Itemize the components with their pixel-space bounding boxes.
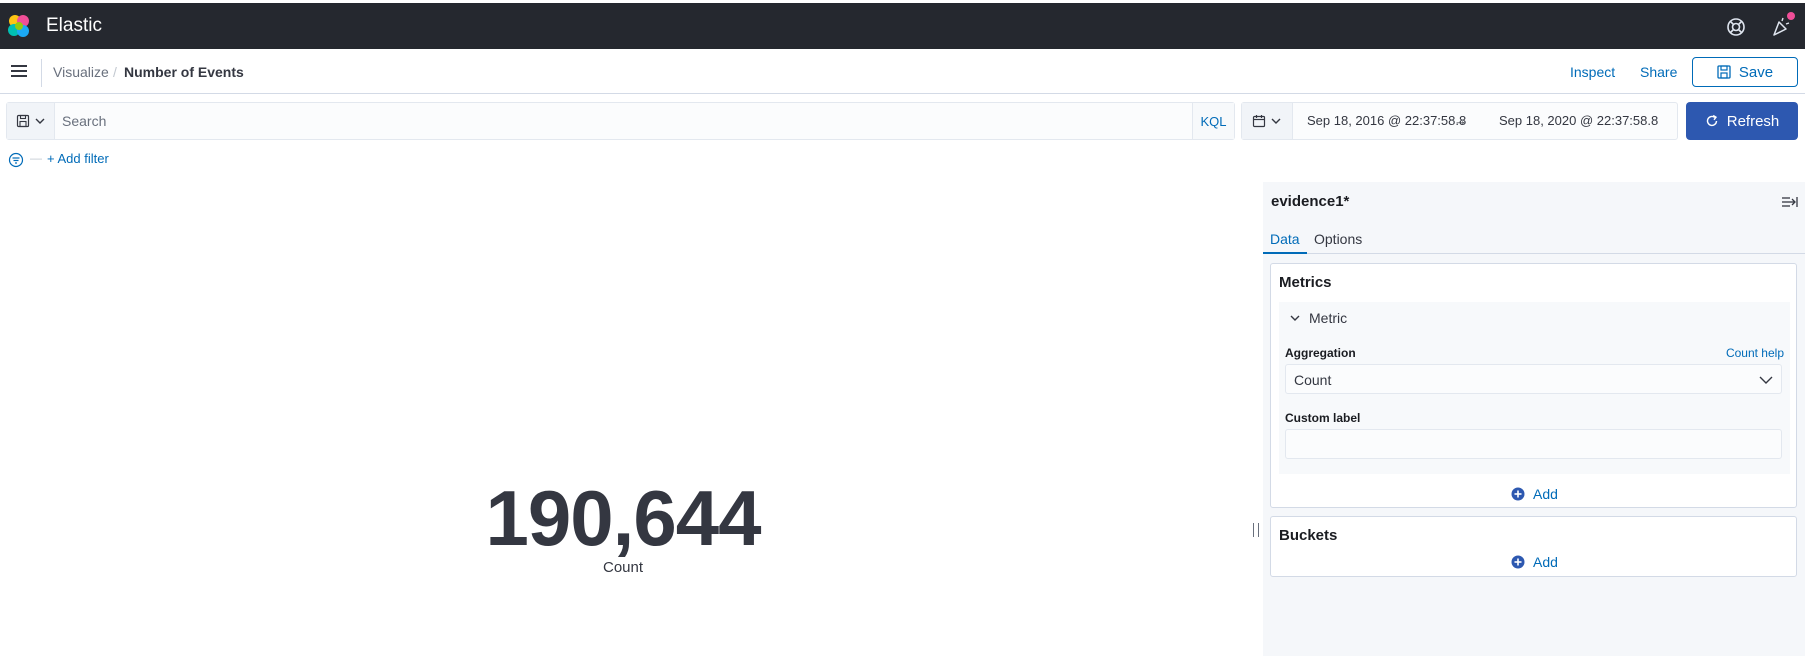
save-button[interactable]: Save [1692, 57, 1798, 87]
add-metric-label: Add [1533, 486, 1558, 502]
refresh-label: Refresh [1726, 112, 1780, 130]
save-icon [1717, 65, 1731, 79]
metric-value: 190,644 [485, 474, 762, 562]
save-label: Save [1738, 63, 1774, 81]
plus-circle-icon [1511, 555, 1525, 569]
menu-icon[interactable] [9, 61, 29, 81]
help-lifebuoy-icon[interactable] [1725, 16, 1747, 38]
filter-options-icon[interactable] [8, 152, 24, 168]
metric-accordion-label: Metric [1309, 310, 1348, 326]
share-link[interactable]: Share [1640, 64, 1677, 80]
aggregation-selected-value: Count [1294, 372, 1332, 388]
chevron-down-icon [35, 118, 44, 124]
brand-name[interactable]: Elastic [46, 15, 102, 37]
elastic-logo-icon[interactable] [6, 13, 32, 39]
panel-resize-handle[interactable] [1253, 523, 1259, 537]
metric-accordion-toggle[interactable]: Metric [1289, 310, 1347, 326]
aggregation-select[interactable]: Count [1285, 364, 1782, 394]
start-date-button[interactable]: Sep 18, 2016 @ 22:37:58.8 [1307, 113, 1466, 128]
top-header: Elastic [0, 0, 1805, 49]
kql-language-button[interactable]: KQL [1192, 103, 1234, 139]
add-bucket-button[interactable]: Add [1271, 554, 1798, 570]
search-input[interactable] [62, 103, 1192, 139]
collapse-sidebar-icon[interactable] [1781, 194, 1799, 210]
breadcrumb-current: Number of Events [124, 64, 244, 80]
date-range-arrow-icon: → [1454, 113, 1467, 128]
metric-accordion: Metric Aggregation Count help Count Cust… [1279, 302, 1790, 474]
chevron-down-icon [1759, 376, 1773, 384]
breadcrumb-bar: Visualize / Number of Events Inspect Sha… [0, 49, 1805, 94]
filter-separator: — [30, 151, 42, 165]
breadcrumb-separator: / [113, 64, 117, 80]
metrics-panel: Metrics Metric Aggregation Count help Co… [1270, 263, 1797, 508]
quick-date-menu-button[interactable] [1242, 103, 1293, 139]
date-picker: Sep 18, 2016 @ 22:37:58.8 → Sep 18, 2020… [1241, 102, 1678, 140]
notification-dot [1787, 12, 1795, 20]
custom-label-label: Custom label [1285, 411, 1361, 425]
tab-data[interactable]: Data [1270, 231, 1300, 247]
sidebar-tabs: Data Options [1263, 224, 1805, 254]
query-bar-area: KQL Sep 18, 2016 @ 22:37:58.8 → Sep 18, … [0, 94, 1805, 182]
custom-label-input[interactable] [1285, 429, 1782, 459]
saved-query-icon [16, 114, 29, 128]
calendar-icon [1252, 115, 1266, 128]
index-pattern-title: evidence1* [1271, 193, 1350, 210]
query-bar: KQL [6, 102, 1235, 140]
editor-sidebar: evidence1* Data Options Metrics Metric A… [1263, 182, 1805, 656]
plus-circle-icon [1511, 487, 1525, 501]
chevron-down-icon [1290, 315, 1300, 321]
nav-divider [41, 59, 42, 87]
active-tab-indicator [1263, 252, 1307, 254]
refresh-button[interactable]: Refresh [1686, 102, 1798, 140]
add-filter-link[interactable]: + Add filter [47, 151, 109, 166]
count-help-link[interactable]: Count help [1726, 346, 1784, 360]
breadcrumb-visualize[interactable]: Visualize [53, 64, 109, 80]
add-metric-button[interactable]: Add [1271, 486, 1798, 502]
metrics-title: Metrics [1279, 274, 1332, 291]
buckets-panel: Buckets Add [1270, 516, 1797, 577]
metric-label: Count [602, 559, 644, 576]
visualization-canvas: 190,644 Count [0, 182, 1250, 656]
add-bucket-label: Add [1533, 554, 1558, 570]
aggregation-label: Aggregation [1285, 346, 1356, 360]
saved-query-menu-button[interactable] [7, 103, 55, 139]
buckets-title: Buckets [1279, 527, 1338, 544]
tab-options[interactable]: Options [1314, 231, 1362, 247]
chevron-down-icon [1271, 118, 1281, 124]
inspect-link[interactable]: Inspect [1570, 64, 1615, 80]
end-date-button[interactable]: Sep 18, 2020 @ 22:37:58.8 [1499, 113, 1658, 128]
refresh-icon [1706, 114, 1717, 127]
